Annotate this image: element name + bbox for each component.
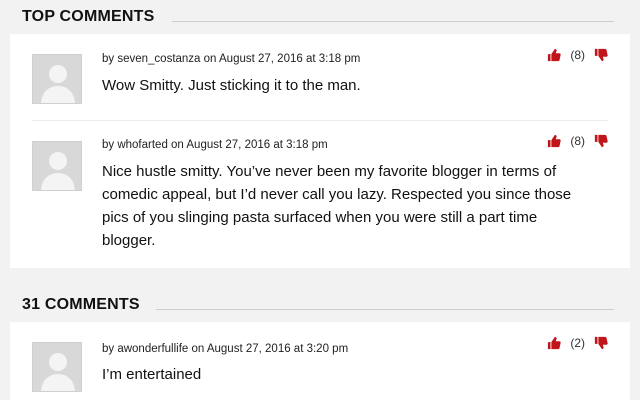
avatar[interactable] (32, 342, 82, 392)
thumbs-down-icon[interactable] (594, 134, 608, 148)
comment-text: Nice hustle smitty. You’ve never been my… (102, 163, 572, 249)
default-avatar-icon (33, 142, 81, 190)
avatar[interactable] (32, 54, 82, 104)
all-comments-rule (156, 309, 614, 310)
thumbs-up-icon[interactable] (547, 48, 562, 62)
avatar[interactable] (32, 141, 82, 191)
comment-meta: by seven_costanza on August 27, 2016 at … (102, 53, 361, 65)
comment-item: by whofarted on August 27, 2016 at 3:18 … (10, 120, 630, 268)
vote-controls: (8) (547, 48, 608, 62)
vote-count: (8) (570, 134, 585, 148)
top-comments-rule (172, 21, 614, 22)
thumbs-down-icon[interactable] (594, 48, 608, 62)
comment-text: I’m entertained (102, 366, 202, 383)
comment-meta: by awonderfullife on August 27, 2016 at … (102, 343, 349, 355)
comment-meta: by whofarted on August 27, 2016 at 3:18 … (102, 139, 328, 151)
default-avatar-icon (33, 55, 81, 103)
default-avatar-icon (33, 343, 81, 391)
thumbs-up-icon[interactable] (547, 134, 562, 148)
thumbs-up-icon[interactable] (547, 336, 562, 350)
vote-count: (8) (570, 48, 585, 62)
top-comments-panel: by seven_costanza on August 27, 2016 at … (10, 34, 630, 268)
vote-controls: (8) (547, 134, 608, 148)
vote-count: (2) (570, 336, 585, 350)
comment-item: by awonderfullife on August 27, 2016 at … (10, 322, 630, 400)
all-comments-panel: by awonderfullife on August 27, 2016 at … (10, 322, 630, 400)
thumbs-down-icon[interactable] (594, 336, 608, 350)
vote-controls: (2) (547, 336, 608, 350)
comment-item: by seven_costanza on August 27, 2016 at … (10, 34, 630, 120)
comment-text: Wow Smitty. Just sticking it to the man. (102, 77, 361, 94)
all-comments-heading: 31 COMMENTS (22, 296, 140, 313)
top-comments-heading: TOP COMMENTS (22, 8, 155, 25)
